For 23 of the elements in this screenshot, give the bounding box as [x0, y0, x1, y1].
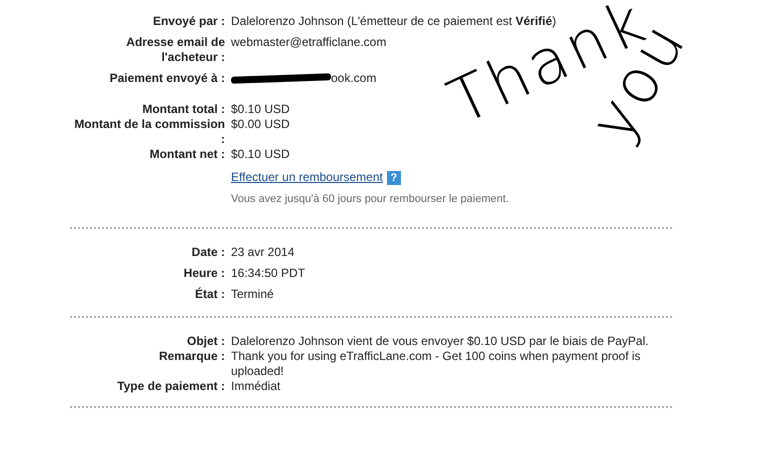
field-label: Heure :: [182, 266, 225, 281]
field-value: 16:34:50 PDT: [231, 266, 306, 281]
field-label: Envoyé par :: [152, 14, 225, 29]
field-label: Montant net :: [148, 147, 225, 162]
field-value: ook.com: [331, 71, 376, 85]
refund-link[interactable]: Effectuer un remboursement: [231, 170, 383, 185]
field-value: Thank you for using eTrafficLane.com - Get 100 coins when payment proof is uploaded!: [231, 349, 642, 379]
field-label: Montant de la commission :: [73, 117, 225, 147]
field-label: Montant total :: [141, 102, 225, 117]
field-label: Paiement envoyé à :: [108, 71, 225, 86]
field-label: Remarque :: [158, 349, 225, 365]
field-value: $0.10 USD: [231, 102, 291, 117]
field-value: 23 avr 2014: [231, 245, 296, 260]
field-label: Date :: [190, 245, 225, 260]
refund-note: Vous avez jusqu'à 60 jours pour rembourser le paiement.: [231, 192, 510, 207]
field-label: Type de paiement :: [116, 379, 225, 394]
field-label: État :: [194, 287, 225, 302]
field-value: Dalelorenzo Johnson vient de vous envoyer $0.10 USD par le biais de PayPal.: [231, 334, 650, 349]
field-value: Terminé: [231, 287, 275, 302]
field-label: Adresse email de l'acheteur :: [125, 35, 225, 65]
field-value: Immédiat: [231, 379, 282, 394]
field-value: $0.10 USD: [231, 147, 291, 162]
field-label: Objet :: [186, 334, 225, 349]
